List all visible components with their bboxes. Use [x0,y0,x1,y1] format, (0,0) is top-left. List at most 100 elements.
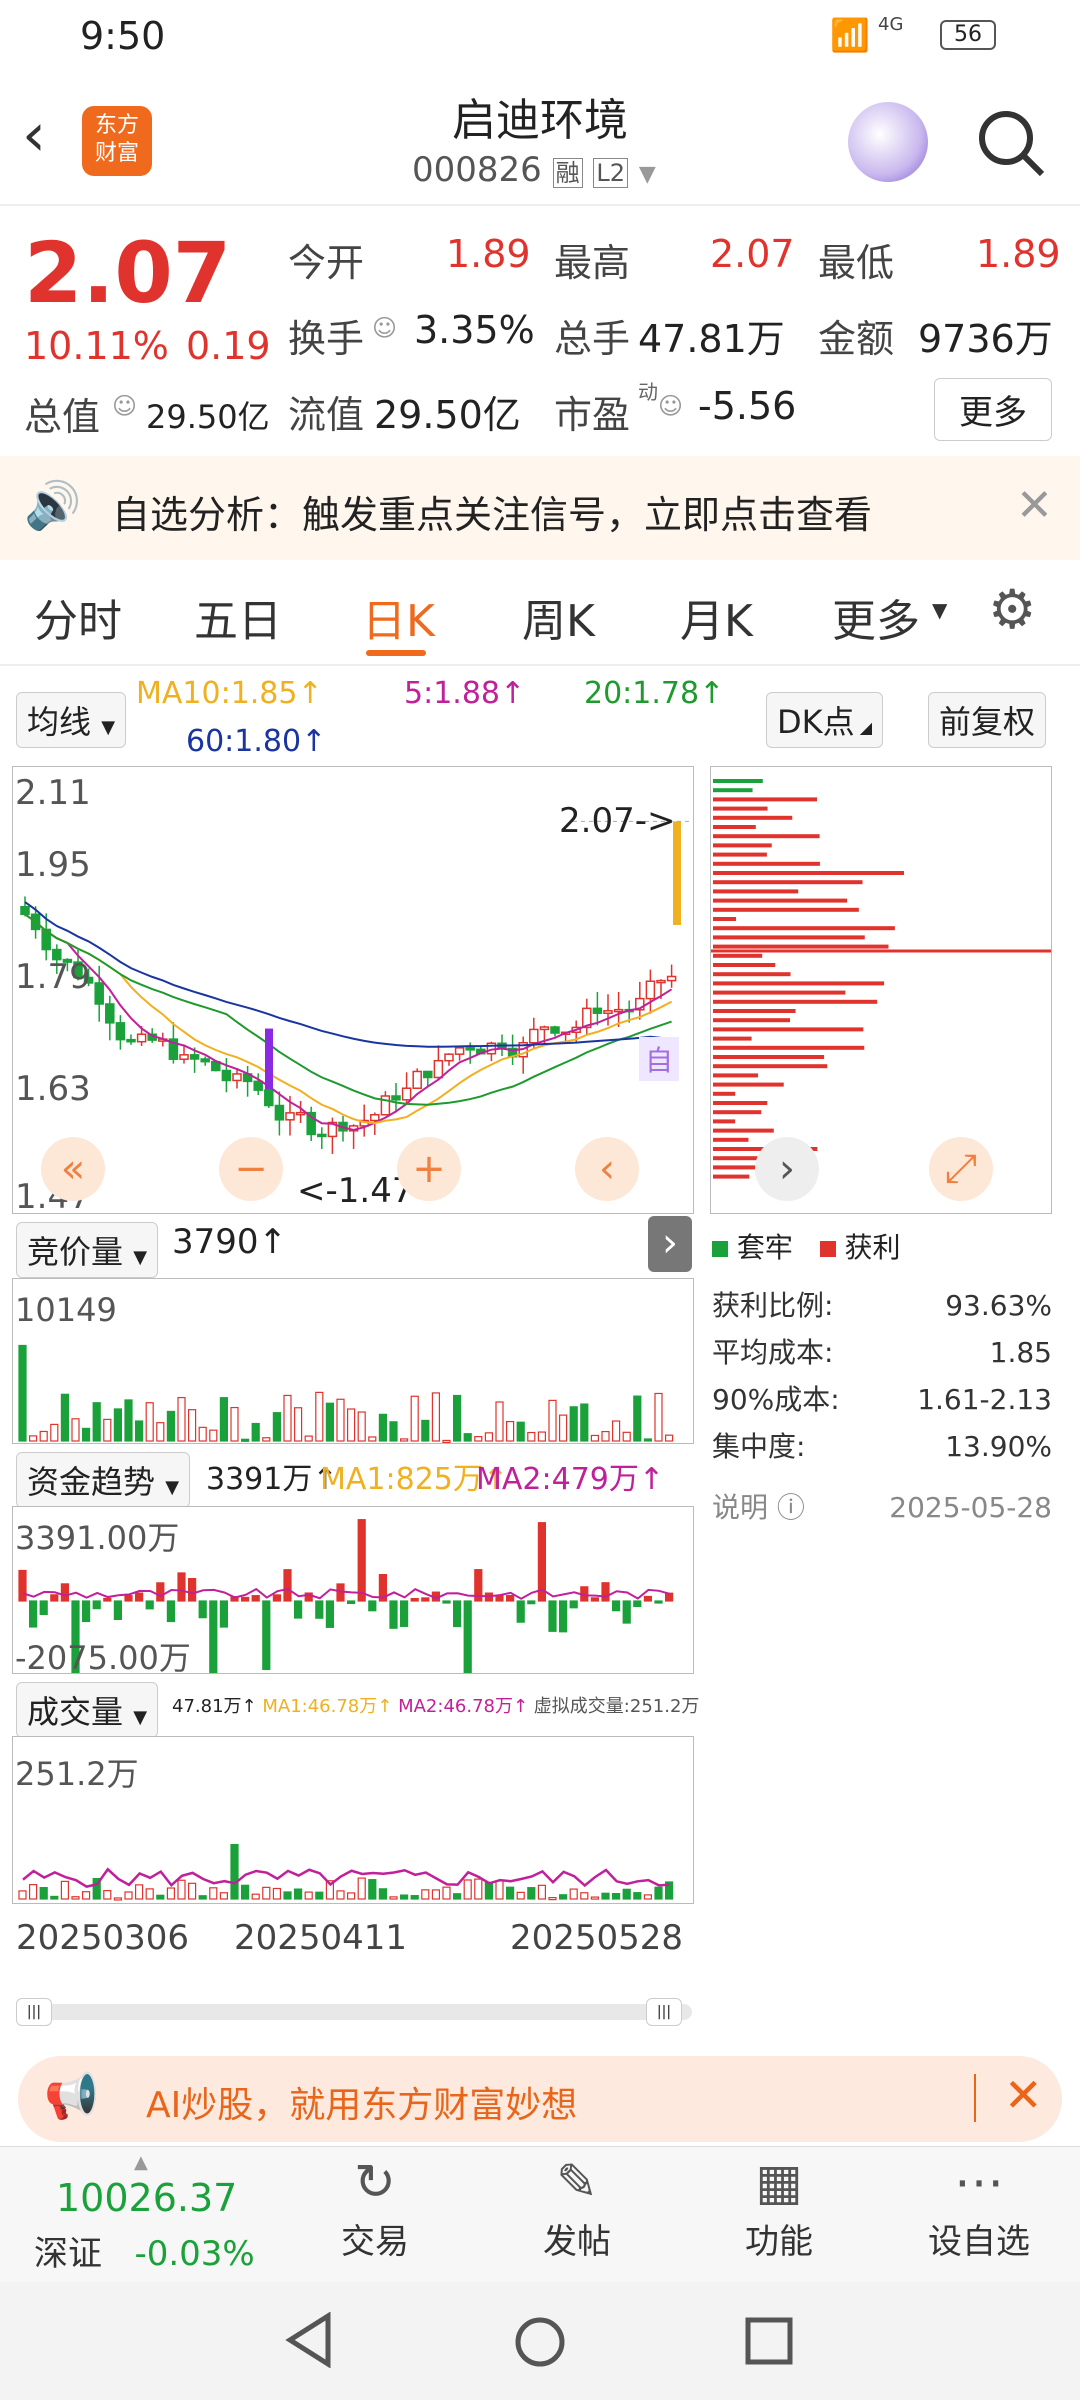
volume-bar [103,1597,112,1602]
volume-bar [569,1406,578,1442]
volume-bar [134,1884,144,1900]
more-button[interactable]: 更多 [934,378,1052,441]
info-icon[interactable]: ☺ [372,314,397,342]
volume-bar [113,1408,123,1442]
volume-bar [188,1578,197,1602]
kline-panel[interactable]: 2.11 1.95 1.79 1.63 1.47 2.07-> <-1.47 自… [12,766,694,1217]
nav-functions[interactable]: ▦ 功能 [704,2150,854,2263]
ma-selector[interactable]: 均线 ▼ [16,692,127,748]
assistant-avatar[interactable] [848,102,928,182]
volume-bar [484,1881,493,1900]
volume-selector[interactable]: 成交量 ▼ [16,1682,159,1738]
volume-bar [145,1402,154,1442]
volume-bar [622,1600,631,1624]
volume-bar [558,1600,568,1633]
dk-point-button[interactable]: DK点 ◢ [766,692,884,748]
nav-post[interactable]: ✎ 发帖 [502,2150,652,2263]
auction-volume-selector[interactable]: 竞价量 ▼ [16,1222,159,1278]
volume-bar [219,1397,228,1442]
volume-bar [527,1600,536,1605]
fund-trend-selector[interactable]: 资金趋势 ▼ [16,1452,191,1508]
auto-badge[interactable]: 自 [639,1037,680,1081]
chip-bar [713,1174,750,1179]
expand-icon[interactable]: ⤢ [929,1137,993,1201]
volume-bar [336,1890,345,1900]
volume-bar [368,1600,377,1612]
nav-home-icon[interactable] [512,2314,568,2370]
chip-bar [713,907,859,912]
step-back-icon[interactable]: ‹ [575,1137,639,1201]
info-icon[interactable]: ☺ [112,392,137,420]
zoom-in-icon[interactable]: + [397,1137,461,1201]
chip-bar [713,815,793,820]
index-value: 10026.37 [56,2176,238,2220]
ad-banner[interactable]: 📢 AI炒股，就用东方财富妙想 ✕ [18,2056,1062,2142]
volume-bar [81,1891,91,1900]
tab-more[interactable]: 更多 [832,585,920,649]
volume-bar [548,1399,557,1442]
info-icon[interactable]: ☺ [658,392,683,420]
chip-note-link[interactable]: 说明 ⓘ [712,1484,805,1531]
chip-bar [713,926,895,931]
volume-bar [601,1582,610,1602]
chip-bar [713,898,848,903]
volume-bar [325,1402,334,1442]
close-icon[interactable]: ✕ [1016,480,1053,531]
header: ‹ 东方 财富 启迪环境 000826 融 L2 ▼ [0,72,1080,202]
chip-bar [713,1036,752,1041]
candle-body [401,1087,412,1101]
nav-trade[interactable]: ↻ 交易 [300,2150,450,2263]
fund-trend-value: 3391万↑ [206,1462,338,1497]
fund-max: 3391.00万 [15,1519,180,1557]
fq-button[interactable]: 前复权 [928,692,1047,748]
stat-open-label: 今开 [288,241,365,285]
search-icon[interactable] [976,108,1048,180]
volume-bar [81,1600,91,1623]
ma5-label: 5:1.88↑ [404,676,526,711]
total-value-label: 总值 [24,395,101,439]
volume-bar [92,1402,101,1442]
gear-icon[interactable]: ⚙ [988,578,1036,641]
stat-float: 29.50亿 [374,393,521,437]
stock-code-row[interactable]: 000826 融 L2 ▼ [412,150,656,190]
tab-monthly-k[interactable]: 月K [680,585,753,649]
range-scrollbar[interactable]: ||| ||| [16,1998,692,2026]
chip-distribution-panel[interactable]: › ⤢ [710,766,1052,1214]
chip-legend: 套牢 获利 [712,1226,901,1266]
range-handle-right[interactable]: ||| [646,1998,682,2026]
network-label: 4G [878,14,904,35]
megaphone-icon: 📢 [44,2071,99,2122]
auction-volume-max: 10149 [15,1291,117,1329]
volume-bar [484,1432,493,1442]
index-quote[interactable]: ▲ 10026.37 深证 -0.03% [34,2152,294,2275]
notice-text: 自选分析：触发重点关注信号，立即点击查看 [112,493,873,537]
chip-bar [713,880,863,885]
zoom-out-icon[interactable]: − [219,1137,283,1201]
rewind-icon[interactable]: « [41,1137,105,1201]
volume-bar [453,1893,462,1900]
volume-bar [611,1420,621,1442]
range-handle-left[interactable]: ||| [16,1998,52,2026]
tab-daily-k[interactable]: 日K [362,585,435,649]
volume-bar [516,1600,525,1623]
chevron-right-icon[interactable]: › [755,1137,819,1201]
volume-bar [463,1879,472,1900]
chip-bar [713,871,905,875]
candle-body [115,1022,126,1041]
volume-bar [241,1884,250,1900]
volume-bar [506,1886,515,1900]
close-icon[interactable]: ✕ [1004,2068,1043,2122]
ad-divider [974,2074,976,2122]
tab-intraday[interactable]: 分时 [34,585,122,649]
tab-five-day[interactable]: 五日 [194,585,282,649]
volume-bar [283,1569,292,1602]
chevron-right-icon[interactable]: › [648,1216,692,1272]
nav-recents-icon[interactable] [744,2316,794,2366]
volume-bar [421,1419,430,1442]
nav-back-icon[interactable] [284,2312,334,2368]
nav-add-watchlist[interactable]: ⋯ 设自选 [904,2150,1054,2263]
notice-banner[interactable]: 🔊 自选分析：触发重点关注信号，立即点击查看 ✕ [0,456,1080,560]
volume-bar [50,1423,59,1442]
tab-weekly-k[interactable]: 周K [522,585,595,649]
volume-bar [156,1422,165,1442]
